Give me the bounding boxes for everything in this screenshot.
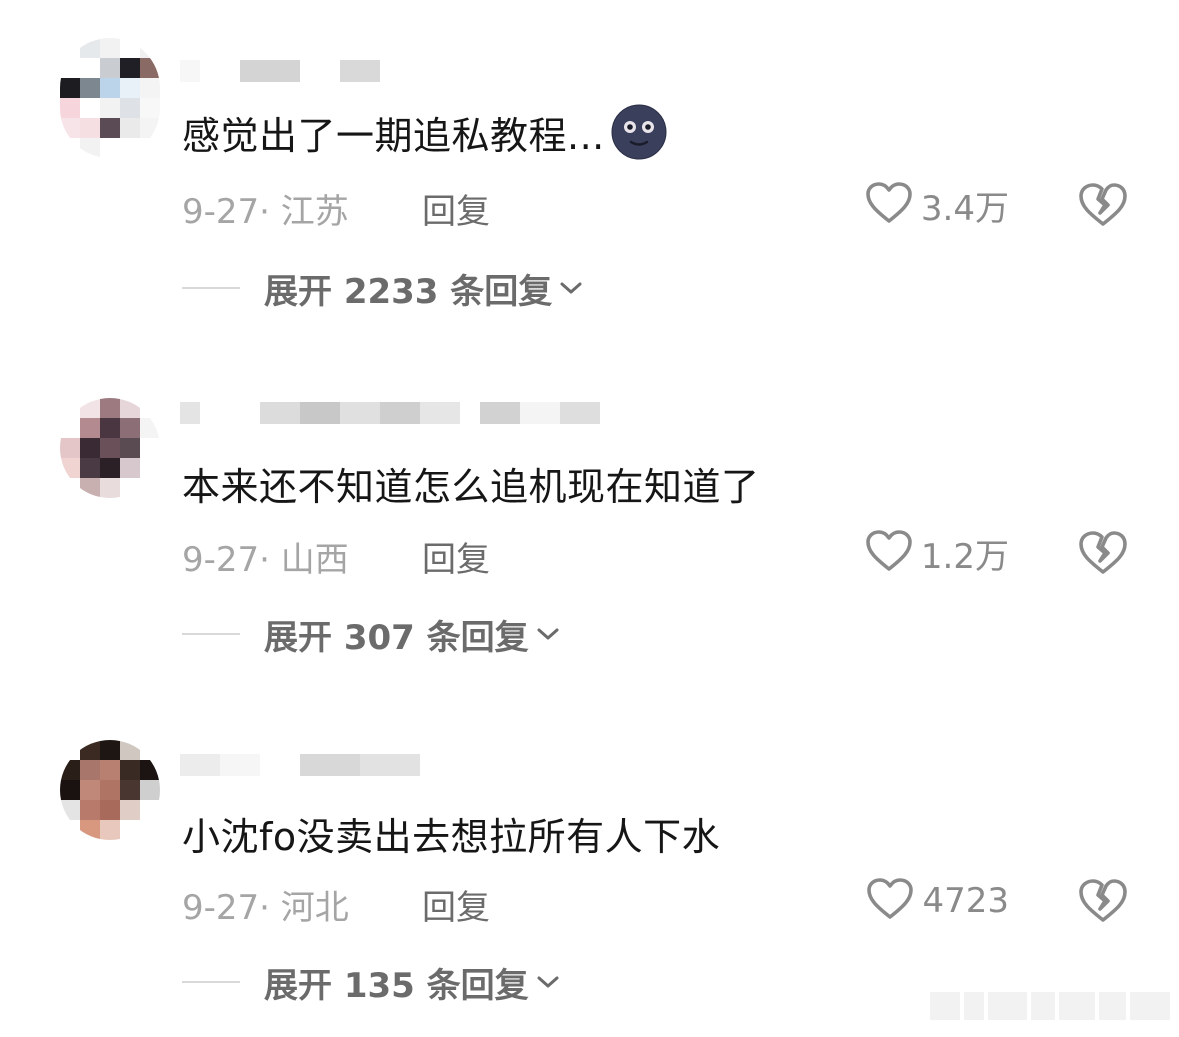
heart-outline-icon [865, 529, 913, 577]
reply-button[interactable]: 回复 [422, 880, 490, 929]
username-masked[interactable] [180, 58, 380, 84]
comment-meta: 9-27· 江苏 [182, 192, 349, 232]
comment-text-label: 本来还不知道怎么追机现在知道了 [182, 465, 760, 509]
comment-text: 小沈fo没卖出去想拉所有人下水 [182, 806, 720, 861]
watermark [930, 992, 1171, 1022]
divider-line [182, 633, 240, 635]
comment-text: 感觉出了一期追私教程... [182, 104, 667, 160]
divider-line [182, 981, 240, 983]
like-button[interactable]: 3.4万 [865, 180, 1009, 230]
expand-replies[interactable]: 展开 307 条回复 [182, 610, 561, 658]
heart-outline-icon [865, 181, 913, 229]
comment-meta: 9-27· 河北 [182, 888, 349, 928]
like-button[interactable]: 1.2万 [865, 528, 1009, 578]
reply-button[interactable]: 回复 [422, 184, 490, 233]
dislike-button[interactable] [1078, 877, 1128, 925]
chevron-down-icon [558, 278, 584, 298]
broken-heart-icon [1078, 531, 1128, 581]
comment-text-label: 感觉出了一期追私教程... [182, 113, 605, 158]
like-count: 4723 [922, 881, 1009, 921]
username-masked[interactable] [180, 752, 420, 778]
chevron-down-icon [535, 972, 561, 992]
chevron-down-icon [535, 624, 561, 644]
comment-item: 感觉出了一期追私教程... 9-27· 江苏 回复 3.4万 展开 2233 条… [0, 0, 1179, 330]
like-button[interactable]: 4723 [866, 876, 1009, 926]
like-count: 1.2万 [920, 536, 1009, 577]
broken-heart-icon [1078, 183, 1128, 233]
broken-heart-icon [1078, 879, 1128, 929]
new-moon-face-icon [611, 104, 667, 160]
reply-button[interactable]: 回复 [422, 532, 490, 581]
avatar[interactable] [60, 740, 160, 840]
avatar[interactable] [60, 38, 160, 158]
expand-replies-label: 展开 2233 条回复 [264, 271, 553, 312]
avatar[interactable] [60, 398, 160, 498]
expand-replies-label: 展开 135 条回复 [264, 965, 529, 1006]
comment-item: 小沈fo没卖出去想拉所有人下水 9-27· 河北 回复 4723 展开 135 … [0, 696, 1179, 1026]
comment-text-label: 小沈fo没卖出去想拉所有人下水 [182, 815, 721, 859]
comment-meta: 9-27· 山西 [182, 540, 349, 580]
dislike-button[interactable] [1078, 181, 1128, 229]
username-masked[interactable] [180, 400, 600, 426]
like-count: 3.4万 [920, 188, 1009, 229]
expand-replies[interactable]: 展开 2233 条回复 [182, 264, 584, 312]
comment-item: 本来还不知道怎么追机现在知道了 9-27· 山西 回复 1.2万 展开 307 … [0, 348, 1179, 678]
dislike-button[interactable] [1078, 529, 1128, 577]
heart-outline-icon [866, 877, 914, 925]
divider-line [182, 287, 240, 289]
comment-text: 本来还不知道怎么追机现在知道了 [182, 456, 760, 511]
expand-replies-label: 展开 307 条回复 [264, 617, 529, 658]
expand-replies[interactable]: 展开 135 条回复 [182, 958, 561, 1006]
